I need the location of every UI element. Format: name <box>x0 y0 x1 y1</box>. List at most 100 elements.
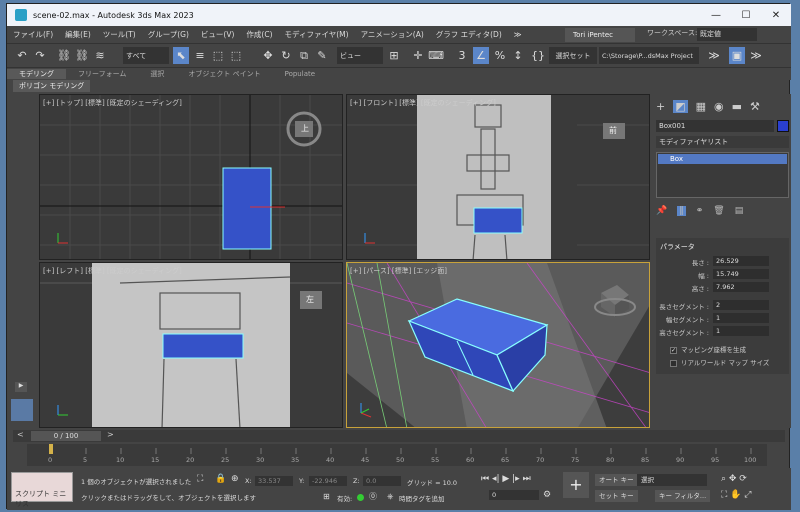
time-config-icon[interactable]: ⚙ <box>543 490 551 500</box>
pivot-icon[interactable]: ⊞ <box>387 47 401 64</box>
viewport-nav-icon[interactable]: ⌕ ✥ ⟳ <box>721 474 747 484</box>
ribbon-polygon-modeling[interactable]: ポリゴン モデリング <box>13 80 91 92</box>
stack-item-box[interactable]: Box <box>658 154 787 164</box>
hseg-spinner[interactable]: 1 <box>713 326 769 336</box>
pin-stack-icon[interactable]: 📌 <box>656 206 667 216</box>
y-coord-field[interactable]: -22.946 <box>309 476 347 486</box>
viewport-left[interactable]: 左 [+] [レフト] [標準] [既定のシェーディング] <box>39 262 343 428</box>
window-crossing-icon[interactable]: ⬚ <box>229 47 243 64</box>
viewport-perspective[interactable]: [+] [パース] [標準] [エッジ面] <box>346 262 650 428</box>
selection-set-dropdown[interactable]: 選択 <box>637 474 707 486</box>
menu-modifiers[interactable]: モディファイヤ(M) <box>279 29 355 40</box>
named-selection-set[interactable]: 選択セット <box>549 47 597 64</box>
move-icon[interactable]: ✥ <box>261 47 275 64</box>
menu-file[interactable]: ファイル(F) <box>7 29 59 40</box>
parameters-title[interactable]: パラメータ <box>656 238 789 252</box>
object-name-field[interactable]: Box001 <box>656 120 774 132</box>
configure-sets-icon[interactable]: ▤ <box>735 206 744 216</box>
make-unique-icon[interactable]: ⚭ <box>696 206 704 216</box>
workspace-select[interactable]: 既定値 <box>697 28 757 41</box>
ref-coord-select[interactable]: ビュー <box>337 47 383 64</box>
lock-selection-icon[interactable]: 🔒 <box>215 474 226 484</box>
motion-tab-icon[interactable]: ◉ <box>714 100 724 113</box>
viewport-top-label[interactable]: [+] [トップ] [標準] [既定のシェーディング] <box>43 98 182 108</box>
key-filter-button[interactable]: キー フィルタ... <box>655 490 711 502</box>
viewcube-front-label[interactable]: 前 <box>609 125 617 136</box>
percent-snap-icon[interactable]: % <box>493 47 507 64</box>
isolate-icon[interactable]: ⛶ <box>197 474 203 484</box>
overflow-right-icon[interactable]: ≫ <box>749 47 763 64</box>
menu-tools[interactable]: ツール(T) <box>97 29 142 40</box>
select-by-name-icon[interactable]: ≡ <box>193 47 207 64</box>
menu-view[interactable]: ビュー(V) <box>195 29 240 40</box>
hierarchy-tab-icon[interactable]: ▦ <box>696 100 706 113</box>
viewport-left-label[interactable]: [+] [レフト] [標準] [既定のシェーディング] <box>43 266 182 276</box>
z-coord-field[interactable]: 0.0 <box>363 476 401 486</box>
overflow-icon[interactable]: ≫ <box>707 47 721 64</box>
minimize-button[interactable]: — <box>701 4 731 26</box>
realworld-checkbox[interactable]: リアルワールド マップ サイズ <box>670 357 769 367</box>
set-key-button[interactable]: セット キー <box>595 490 638 502</box>
set-key-icon[interactable]: + <box>563 472 589 498</box>
link-icon[interactable]: ⛓ <box>57 47 71 64</box>
add-time-tag[interactable]: 時間タグを追加 <box>399 493 445 503</box>
play-icon[interactable]: ▶ <box>15 382 27 392</box>
scale-icon[interactable]: ⧉ <box>297 47 311 64</box>
time-slider-thumb[interactable]: 0 / 100 <box>31 431 101 441</box>
x-coord-field[interactable]: 33.537 <box>255 476 293 486</box>
select-object-icon[interactable]: ⬉ <box>173 47 189 64</box>
modify-tab-icon[interactable]: ◩ <box>673 99 688 113</box>
utilities-tab-icon[interactable]: ⚒ <box>750 100 760 113</box>
unlink-icon[interactable]: ⛓ <box>75 47 89 64</box>
place-icon[interactable]: ✎ <box>315 47 329 64</box>
info-icon[interactable]: ⓪ <box>369 491 377 502</box>
menu-animation[interactable]: アニメーション(A) <box>355 29 430 40</box>
bind-spacewarp-icon[interactable]: ≋ <box>93 47 107 64</box>
menu-create[interactable]: 作成(C) <box>240 29 278 40</box>
viewport-front[interactable]: 前 [+] [フロント] [標準] [既定のシェーディング] <box>346 94 650 260</box>
project-path[interactable]: C:\Storage\P...dsMax Project <box>599 47 699 64</box>
create-tab-icon[interactable]: + <box>656 100 665 113</box>
modifier-list-dropdown[interactable]: モディファイヤリスト <box>656 136 789 148</box>
display-tab-icon[interactable]: ▬ <box>732 100 742 113</box>
spinner-snap-icon[interactable]: ↕ <box>511 47 525 64</box>
rect-selection-icon[interactable]: ⬚ <box>211 47 225 64</box>
edit-named-sel-icon[interactable]: {} <box>531 47 545 64</box>
show-end-result-icon[interactable]: ‖ <box>677 206 686 216</box>
menu-edit[interactable]: 編集(E) <box>59 29 97 40</box>
menu-graph-editors[interactable]: グラフ エディタ(D) <box>430 29 508 40</box>
playback-controls-icon[interactable]: ⏮ ◂| ▶ |▸ ⏭ <box>481 474 531 484</box>
track-bar[interactable]: 0 5 10 15 20 25 30 35 40 45 50 55 60 65 … <box>27 444 767 466</box>
user-account[interactable]: Tori iPentec <box>565 28 635 42</box>
remove-modifier-icon[interactable]: 🗑 <box>713 206 724 216</box>
select-manipulate-icon[interactable]: ✛ <box>411 47 425 64</box>
tab-modeling[interactable]: モデリング <box>7 69 66 79</box>
angle-snap-icon[interactable]: ∠ <box>473 47 489 64</box>
wseg-spinner[interactable]: 1 <box>713 313 769 323</box>
viewport-layout-icon[interactable] <box>11 399 33 421</box>
viewcube-top-label[interactable]: 上 <box>301 123 309 134</box>
current-frame-field[interactable]: 0 <box>489 490 539 500</box>
gen-map-checkbox[interactable]: ✓ マッピング座標を生成 <box>670 344 746 354</box>
time-slider[interactable]: < 0 / 100 > <box>13 430 785 442</box>
lseg-spinner[interactable]: 2 <box>713 300 769 310</box>
save-icon[interactable]: ▣ <box>729 47 745 64</box>
snap-icon[interactable]: 3 <box>455 47 469 64</box>
length-spinner[interactable]: 26.529 <box>713 256 769 266</box>
undo-icon[interactable]: ↶ <box>15 47 29 64</box>
adaptive-degradation-icon[interactable]: ⊞ <box>323 492 330 501</box>
keyboard-shortcut-icon[interactable]: ⌨ <box>428 47 444 64</box>
abs-transform-icon[interactable]: ⊕ <box>231 474 239 484</box>
tab-populate[interactable]: Populate <box>273 70 327 78</box>
redo-icon[interactable]: ↷ <box>33 47 47 64</box>
rotate-icon[interactable]: ↻ <box>279 47 293 64</box>
menu-overflow[interactable]: ≫ <box>508 30 528 39</box>
viewport-top[interactable]: 上 [+] [トップ] [標準] [既定のシェーディング] <box>39 94 343 260</box>
tab-selection[interactable]: 選択 <box>138 69 176 79</box>
tab-object-paint[interactable]: オブジェクト ペイント <box>176 69 272 79</box>
maxscript-listener[interactable]: スクリプト ミニ リス <box>11 472 73 508</box>
menu-group[interactable]: グループ(G) <box>142 29 195 40</box>
slider-right-icon[interactable]: > <box>107 430 114 439</box>
viewport-front-label[interactable]: [+] [フロント] [標準] [既定のシェーディング] <box>350 98 496 108</box>
slider-left-icon[interactable]: < <box>17 430 24 439</box>
